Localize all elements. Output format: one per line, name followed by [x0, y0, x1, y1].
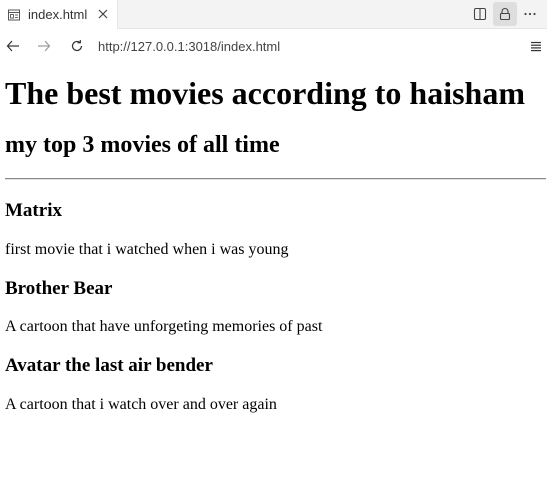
tab-title: index.html — [28, 7, 88, 22]
movie-description: A cartoon that i watch over and over aga… — [5, 396, 277, 413]
page-content: The best movies according to haisham my … — [0, 64, 547, 495]
tab-bar: index.html — [0, 0, 547, 29]
movie-description: first movie that i watched when i was yo… — [5, 241, 289, 258]
address-bar: http://127.0.0.1:3018/index.html — [0, 29, 547, 64]
close-icon[interactable] — [96, 7, 110, 21]
movie-description: A cartoon that have unforgeting memories… — [5, 318, 323, 335]
divider — [5, 178, 546, 180]
forward-arrow-icon[interactable] — [35, 37, 53, 55]
url-field[interactable]: http://127.0.0.1:3018/index.html — [98, 39, 280, 54]
reload-icon[interactable] — [68, 37, 86, 55]
tab-index-html[interactable]: index.html — [0, 0, 118, 29]
movie-title: Matrix — [5, 200, 62, 221]
split-view-icon[interactable] — [468, 2, 492, 26]
more-icon[interactable] — [518, 2, 542, 26]
movie-title: Avatar the last air bender — [5, 355, 213, 376]
movie-title: Brother Bear — [5, 278, 113, 299]
page-title: The best movies according to haisham — [5, 75, 525, 111]
menu-icon[interactable] — [527, 37, 545, 55]
page-subtitle: my top 3 movies of all time — [5, 132, 280, 158]
lock-icon[interactable] — [493, 2, 517, 26]
page-icon — [7, 8, 21, 22]
back-arrow-icon[interactable] — [4, 37, 22, 55]
